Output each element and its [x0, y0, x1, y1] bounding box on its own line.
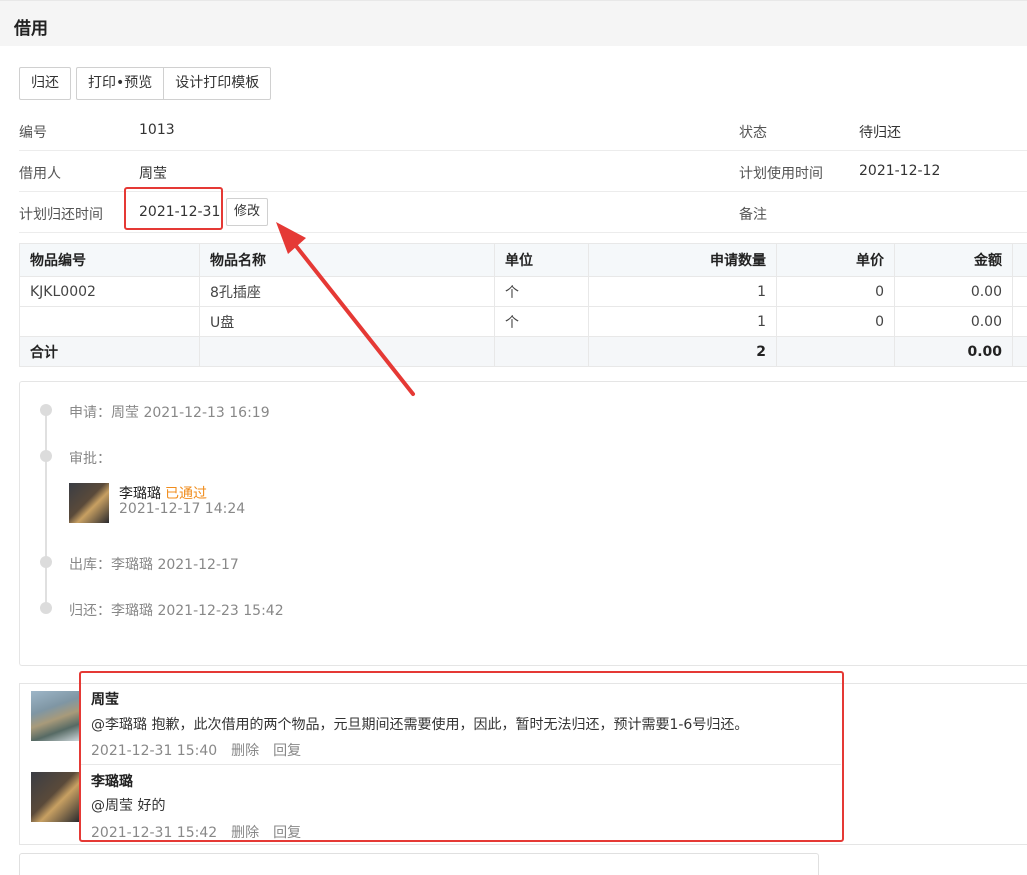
- timeline-dot-outbound: [40, 556, 52, 568]
- col-unit: 单位: [494, 243, 589, 277]
- total-quantity: 2: [588, 336, 777, 367]
- highlight-box-return-date: [124, 187, 223, 230]
- cell-item-name: U盘: [199, 306, 495, 337]
- cell-empty: [776, 336, 895, 367]
- cell-empty: [199, 336, 495, 367]
- col-item-code: 物品编号: [19, 243, 200, 277]
- cell-unit: 个: [494, 276, 589, 307]
- approver-time: 2021-12-17 14:24: [119, 501, 246, 517]
- cell-quantity: 1: [588, 306, 777, 337]
- number-value: 1013: [139, 122, 175, 138]
- total-label: 合计: [19, 336, 200, 367]
- approver-avatar: [69, 483, 109, 523]
- items-table: 物品编号 物品名称 单位 申请数量 单价 金额 KJKL0002 8孔插座 个 …: [19, 243, 1027, 367]
- info-row-borrower: 借用人 周莹 计划使用时间 2021-12-12: [19, 151, 1027, 192]
- cell-item-code: [19, 306, 200, 337]
- plan-return-label: 计划归还时间: [19, 207, 103, 223]
- print-preview-button[interactable]: 打印•预览: [76, 67, 165, 100]
- cell-filler: [1012, 336, 1027, 367]
- borrower-label: 借用人: [19, 166, 61, 182]
- cell-amount: 0.00: [894, 276, 1013, 307]
- timeline-return: 归还：李璐璐 2021-12-23 15:42: [69, 603, 284, 619]
- approval-status-badge: 已通过: [165, 486, 207, 502]
- process-timeline: 申请：周莹 2021-12-13 16:19 审批： 李璐璐 已通过 2021-1…: [19, 381, 1027, 666]
- comment-avatar: [31, 772, 79, 822]
- remark-label: 备注: [739, 207, 767, 223]
- edit-return-date-button[interactable]: 修改: [226, 198, 269, 226]
- title-bar: 借用: [0, 0, 1027, 46]
- highlight-box-comments: [79, 671, 844, 842]
- col-filler: [1012, 243, 1027, 277]
- borrower-value: 周莹: [139, 166, 167, 182]
- table-row: KJKL0002 8孔插座 个 1 0 0.00: [19, 276, 1027, 307]
- plan-use-label: 计划使用时间: [739, 166, 823, 182]
- comment-avatar: [31, 691, 79, 741]
- timeline-outbound: 出库：李璐璐 2021-12-17: [69, 557, 239, 573]
- timeline-line: [45, 410, 47, 608]
- table-total-row: 合计 2 0.00: [19, 336, 1027, 367]
- cell-quantity: 1: [588, 276, 777, 307]
- cell-filler: [1012, 306, 1027, 337]
- number-label: 编号: [19, 125, 47, 141]
- status-label: 状态: [739, 125, 767, 141]
- cell-filler: [1012, 276, 1027, 307]
- timeline-dot-apply: [40, 404, 52, 416]
- col-quantity: 申请数量: [588, 243, 777, 277]
- toolbar: 归还 打印•预览 设计打印模板: [19, 67, 272, 100]
- table-row: U盘 个 1 0 0.00: [19, 306, 1027, 337]
- timeline-dot-approve: [40, 450, 52, 462]
- approver-name: 李璐璐: [119, 486, 161, 502]
- timeline-apply: 申请：周莹 2021-12-13 16:19: [69, 405, 270, 421]
- print-button-group: 打印•预览 设计打印模板: [76, 67, 272, 100]
- cell-item-code: KJKL0002: [19, 276, 200, 307]
- timeline-approve-label: 审批：: [69, 451, 111, 467]
- cell-unit-price: 0: [776, 306, 895, 337]
- page-title: 借用: [14, 19, 48, 39]
- approver-line: 李璐璐 已通过: [119, 483, 207, 503]
- comment-input[interactable]: [19, 853, 819, 875]
- cell-unit-price: 0: [776, 276, 895, 307]
- timeline-dot-return: [40, 602, 52, 614]
- info-row-number: 编号 1013 状态 待归还: [19, 110, 1027, 151]
- table-header-row: 物品编号 物品名称 单位 申请数量 单价 金额: [19, 243, 1027, 277]
- cell-amount: 0.00: [894, 306, 1013, 337]
- status-value: 待归还: [859, 125, 901, 141]
- total-amount: 0.00: [894, 336, 1013, 367]
- col-unit-price: 单价: [776, 243, 895, 277]
- col-amount: 金额: [894, 243, 1013, 277]
- cell-unit: 个: [494, 306, 589, 337]
- plan-use-value: 2021-12-12: [859, 163, 941, 179]
- cell-item-name: 8孔插座: [199, 276, 495, 307]
- return-button[interactable]: 归还: [19, 67, 71, 100]
- cell-empty: [494, 336, 589, 367]
- design-print-template-button[interactable]: 设计打印模板: [164, 67, 272, 100]
- col-item-name: 物品名称: [199, 243, 495, 277]
